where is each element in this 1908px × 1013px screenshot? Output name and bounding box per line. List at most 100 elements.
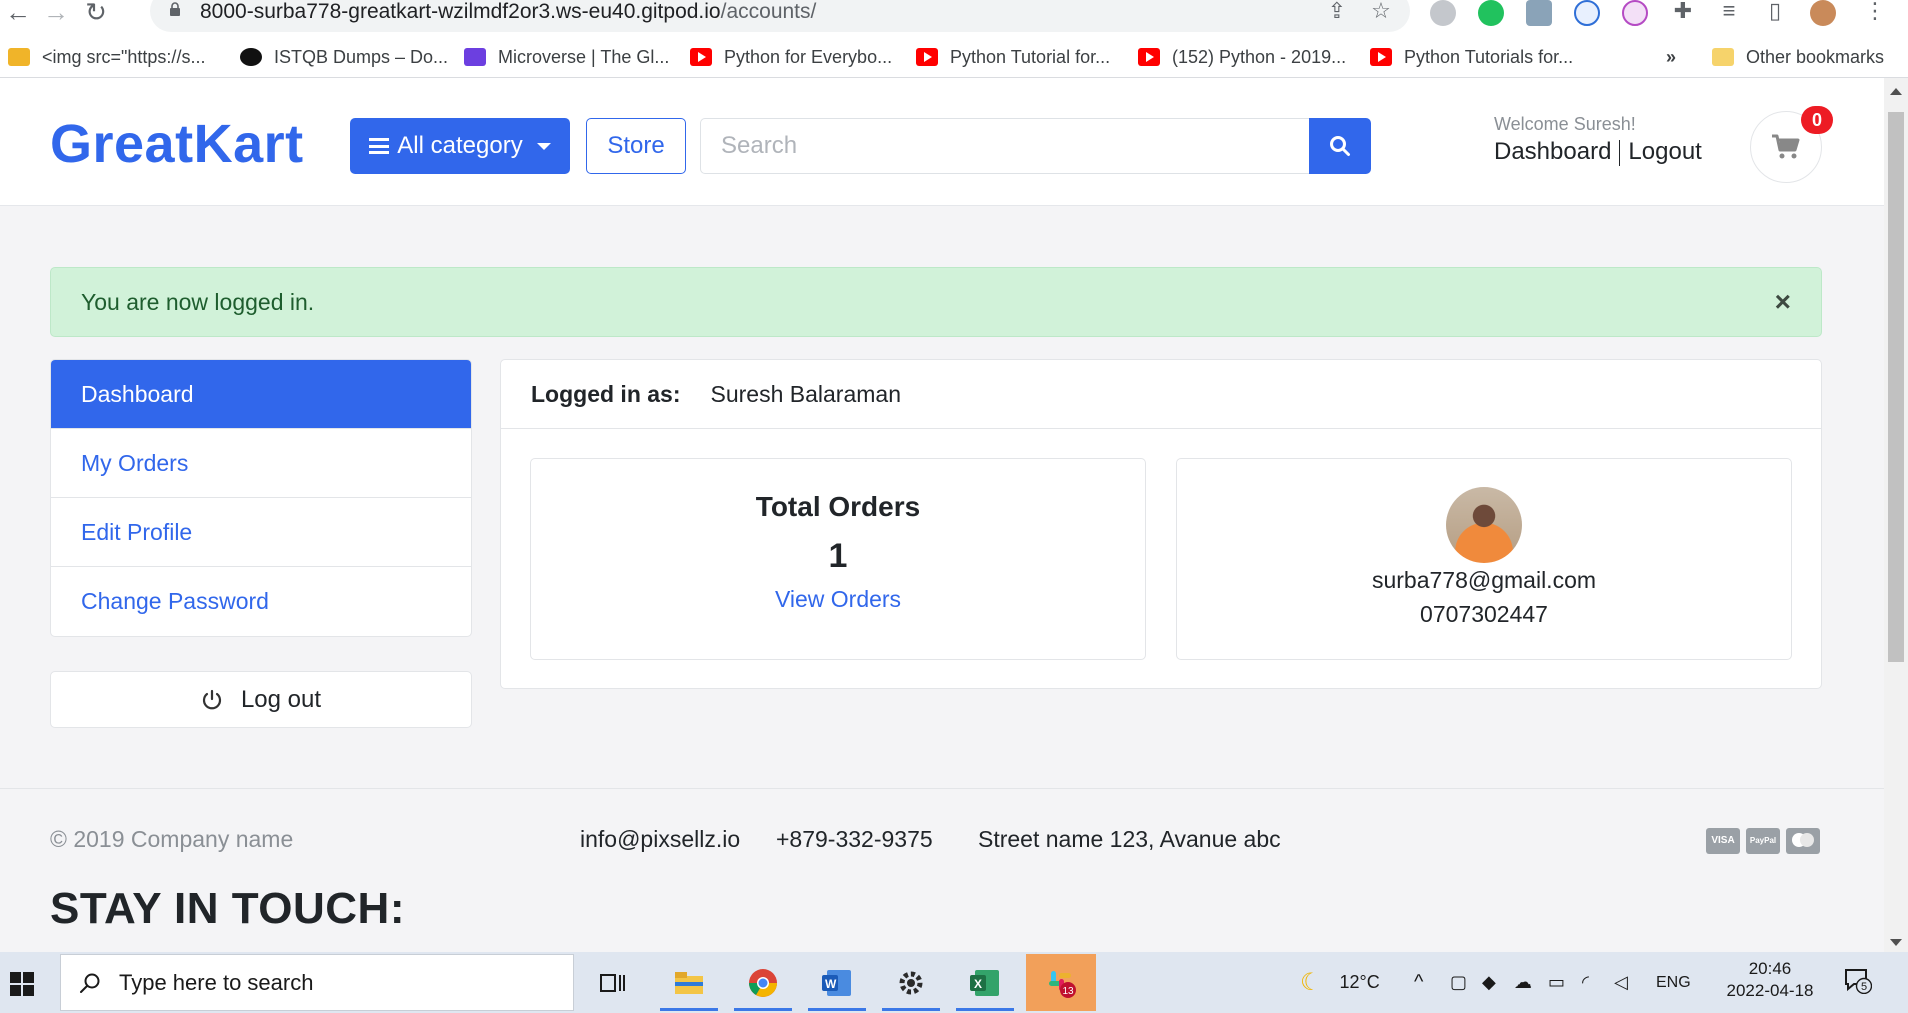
account-sidebar: Dashboard My Orders Edit Profile Change …: [50, 359, 472, 637]
menu-dots-icon[interactable]: ⋮: [1862, 0, 1888, 24]
url-path: /accounts/: [720, 0, 817, 23]
footer-copyright: © 2019 Company name: [50, 826, 294, 852]
power-icon: [202, 689, 222, 709]
logout-button[interactable]: Log out: [50, 671, 472, 728]
orders-count: 1: [828, 537, 848, 575]
notification-center-icon[interactable]: 5: [1844, 968, 1873, 995]
bookmark-item[interactable]: Python Tutorial for...: [916, 46, 1110, 68]
volume-icon[interactable]: ◁: [1614, 952, 1628, 1013]
forward-arrow-icon[interactable]: →: [42, 0, 70, 26]
excel-icon[interactable]: X: [950, 954, 1020, 1011]
folder-icon: [1712, 48, 1734, 66]
bookmark-item[interactable]: Python Tutorials for...: [1370, 46, 1573, 68]
all-category-button[interactable]: All category: [350, 118, 570, 174]
paypal-icon: PayPal: [1746, 828, 1780, 854]
bookmark-item[interactable]: Python for Everybo...: [690, 46, 892, 68]
word-icon[interactable]: W: [802, 954, 872, 1011]
search-icon: [80, 973, 100, 993]
reload-icon[interactable]: ↻: [82, 0, 110, 26]
login-alert: You are now logged in. ×: [50, 267, 1822, 337]
share-icon[interactable]: ⇪: [1324, 0, 1350, 24]
scroll-thumb[interactable]: [1888, 112, 1904, 662]
welcome-text: Welcome Suresh!: [1494, 114, 1636, 134]
star-icon[interactable]: ☆: [1368, 0, 1394, 24]
media-list-icon[interactable]: ≡: [1716, 0, 1742, 24]
divider: [1619, 139, 1621, 166]
scroll-down-arrow-icon[interactable]: [1890, 939, 1902, 946]
battery-icon[interactable]: ▭: [1548, 952, 1565, 1013]
profile-avatar[interactable]: [1810, 0, 1836, 26]
windows-start-icon[interactable]: [10, 972, 34, 996]
svg-text:W: W: [825, 977, 837, 991]
logout-label: Log out: [240, 685, 322, 713]
bookmark-item[interactable]: ISTQB Dumps – Do...: [240, 46, 448, 68]
user-name: Suresh Balaraman: [710, 380, 902, 407]
youtube-icon: [690, 48, 712, 66]
puzzle-icon[interactable]: ✚: [1670, 0, 1696, 24]
youtube-icon: [916, 48, 938, 66]
extension-x-icon[interactable]: [1574, 0, 1600, 26]
store-button[interactable]: Store: [586, 118, 686, 174]
active-indicator: [956, 1008, 1014, 1011]
avatar: [1446, 487, 1522, 563]
orders-title: Total Orders: [755, 491, 921, 522]
card-header: Logged in as: Suresh Balaraman: [501, 360, 1821, 429]
taskbar-search-box[interactable]: Type here to search: [60, 954, 574, 1011]
scroll-up-arrow-icon[interactable]: [1890, 88, 1902, 95]
url-host: 8000-surba778-greatkart-wzilmdf2or3.ws-e…: [200, 0, 721, 23]
extension-broadcast-icon[interactable]: [1622, 0, 1648, 26]
browser-toolbar: ← → ↻ 8000-surba778-greatkart-wzilmdf2or…: [0, 0, 1908, 38]
temperature-text: 12°C: [1339, 972, 1380, 992]
bookmark-label: <img src="https://s...: [42, 46, 206, 67]
search-button[interactable]: [1309, 118, 1371, 174]
site-header: GreatKart All category Store Welcome Sur…: [0, 78, 1884, 206]
dropbox-icon[interactable]: ◆: [1482, 952, 1496, 1013]
footer-email[interactable]: info@pixsellz.io: [580, 826, 740, 853]
sidebar-item-change-password[interactable]: Change Password: [51, 567, 471, 636]
search-input[interactable]: [700, 118, 1310, 174]
bookmark-item[interactable]: <img src="https://s...: [8, 46, 205, 68]
bookmark-favicon-icon: [8, 48, 30, 66]
bookmark-label: Python Tutorials for...: [1404, 46, 1574, 67]
task-view-icon[interactable]: [578, 954, 648, 1011]
site-logo[interactable]: GreatKart: [50, 116, 304, 172]
slack-icon[interactable]: 13: [1026, 954, 1096, 1011]
extension-green-icon[interactable]: [1478, 0, 1504, 26]
meet-now-icon[interactable]: ▢: [1450, 952, 1467, 1013]
file-explorer-icon[interactable]: [654, 954, 724, 1011]
wifi-icon[interactable]: ◜: [1582, 952, 1589, 1013]
onedrive-cloud-icon[interactable]: ☁: [1514, 952, 1532, 1013]
system-clock[interactable]: 20:46 2022-04-18: [1720, 958, 1820, 1002]
sidebar-item-dashboard[interactable]: Dashboard: [51, 360, 471, 429]
language-indicator[interactable]: ENG: [1656, 952, 1691, 1013]
bookmark-item[interactable]: Microverse | The Gl...: [464, 46, 669, 68]
extension-screen-icon[interactable]: [1526, 0, 1552, 26]
back-arrow-icon[interactable]: ←: [4, 0, 32, 26]
side-panel-icon[interactable]: ▯: [1762, 0, 1788, 24]
page-scrollbar[interactable]: [1884, 78, 1908, 952]
sidebar-item-edit-profile[interactable]: Edit Profile: [51, 498, 471, 567]
bookmark-item[interactable]: (152) Python - 2019...: [1138, 46, 1346, 68]
microverse-icon: [464, 48, 486, 66]
notification-count: 5: [1861, 981, 1867, 993]
slack-badge: 13: [1062, 986, 1074, 997]
other-bookmarks-folder[interactable]: Other bookmarks: [1712, 46, 1884, 68]
bookmarks-bar: <img src="https://s... ISTQB Dumps – Do.…: [0, 38, 1908, 78]
close-icon[interactable]: ×: [1775, 268, 1791, 336]
chevron-up-icon[interactable]: ^: [1414, 952, 1423, 1013]
url-text[interactable]: 8000-surba778-greatkart-wzilmdf2or3.ws-e…: [200, 0, 816, 24]
active-indicator: [734, 1008, 792, 1011]
header-dashboard-link[interactable]: Dashboard: [1494, 138, 1611, 165]
settings-gear-icon[interactable]: [876, 954, 946, 1011]
footer-address: Street name 123, Avanue abc: [978, 826, 1281, 852]
view-orders-link[interactable]: View Orders: [531, 586, 1145, 613]
menu-bars-icon: [369, 138, 390, 154]
extension-g-icon[interactable]: [1430, 0, 1456, 26]
bookmark-label: ISTQB Dumps – Do...: [274, 46, 449, 67]
footer-phone[interactable]: +879-332-9375: [776, 826, 933, 853]
chrome-icon[interactable]: [728, 954, 798, 1011]
header-logout-link[interactable]: Logout: [1628, 138, 1701, 165]
weather-widget[interactable]: ☾ 12°C: [1300, 952, 1380, 1013]
sidebar-item-my-orders[interactable]: My Orders: [51, 429, 471, 498]
more-bookmarks-button[interactable]: »: [1666, 46, 1676, 68]
